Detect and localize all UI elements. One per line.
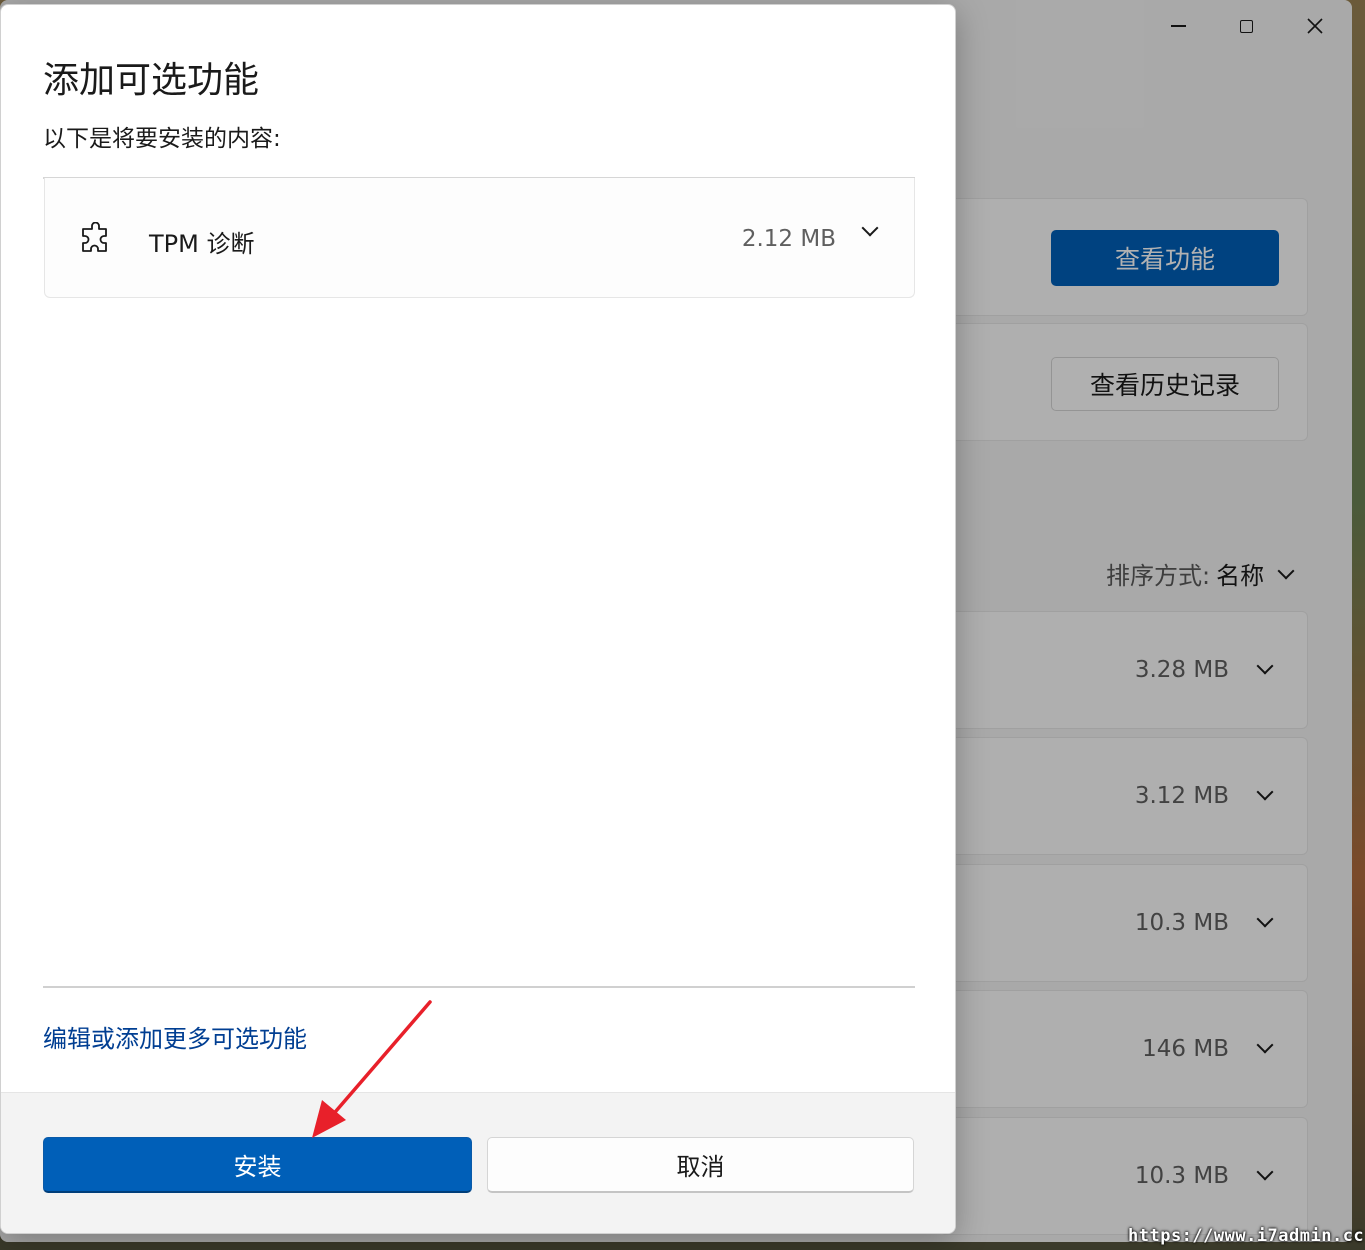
installed-feature-row[interactable]: 10.3 MB (940, 1117, 1308, 1235)
dialog-footer: 安装 取消 (1, 1092, 955, 1233)
install-button[interactable]: 安装 (43, 1137, 472, 1193)
sort-label: 排序方式: (1106, 562, 1211, 590)
feature-item-card[interactable]: TPM 诊断 2.12 MB (44, 178, 915, 298)
watermark: https://www.i7admin.cc (1128, 1226, 1365, 1246)
edit-or-add-more-features-link[interactable]: 编辑或添加更多可选功能 (43, 1019, 307, 1054)
feature-name: TPM 诊断 (149, 230, 255, 258)
close-icon (1307, 18, 1323, 34)
chevron-down-icon[interactable] (1256, 657, 1274, 675)
feature-size: 3.28 MB (1134, 657, 1229, 683)
installed-feature-row[interactable]: 3.28 MB (940, 611, 1308, 729)
sort-dropdown[interactable]: 排序方式: 名称 (1106, 556, 1295, 591)
chevron-down-icon (1277, 562, 1295, 579)
feature-size: 10.3 MB (1134, 910, 1229, 936)
feature-size: 10.3 MB (1134, 1163, 1229, 1189)
add-optional-features-dialog: 添加可选功能 以下是将要安装的内容: TPM 诊断 2.12 MB 编辑或添加更… (0, 4, 956, 1234)
chevron-down-icon[interactable] (1256, 783, 1274, 801)
installed-feature-row[interactable]: 10.3 MB (940, 864, 1308, 982)
chevron-down-icon[interactable] (1256, 1163, 1274, 1181)
feature-size: 3.12 MB (1134, 783, 1229, 809)
chevron-down-icon[interactable] (861, 219, 879, 237)
cancel-button[interactable]: 取消 (487, 1137, 914, 1193)
chevron-down-icon[interactable] (1256, 1036, 1274, 1054)
puzzle-icon (82, 222, 107, 252)
maximize-button[interactable] (1223, 8, 1269, 44)
minimize-button[interactable] (1155, 8, 1201, 44)
close-button[interactable] (1292, 8, 1338, 44)
maximize-icon (1239, 19, 1253, 33)
view-features-button[interactable]: 查看功能 (1051, 230, 1279, 286)
installed-feature-row[interactable]: 146 MB (940, 990, 1308, 1108)
divider (43, 986, 915, 988)
dialog-title: 添加可选功能 (43, 60, 260, 101)
minimize-icon (1170, 25, 1186, 27)
dialog-subtitle: 以下是将要安装的内容: (43, 126, 281, 152)
chevron-down-icon[interactable] (1256, 910, 1274, 928)
installed-feature-row[interactable]: 3.12 MB (940, 737, 1308, 855)
feature-size: 146 MB (1142, 1036, 1229, 1062)
view-history-button[interactable]: 查看历史记录 (1051, 357, 1279, 411)
sort-value: 名称 (1216, 562, 1265, 590)
feature-size: 2.12 MB (741, 226, 836, 252)
